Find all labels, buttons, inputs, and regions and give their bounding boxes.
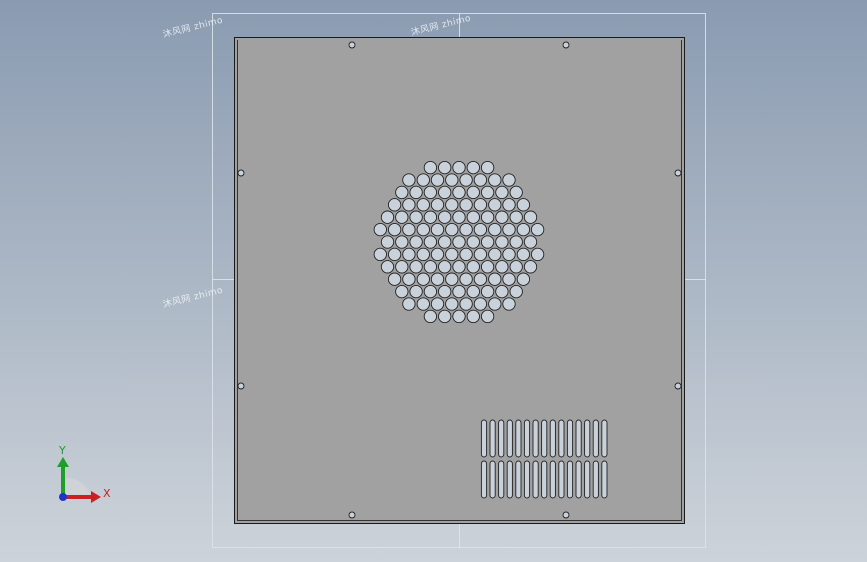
x-axis-label: X [103, 487, 111, 500]
y-arrow-head [57, 457, 69, 467]
y-axis-label: Y [59, 444, 66, 457]
coordinate-triad [57, 457, 101, 503]
z-axis-origin [59, 493, 67, 501]
graphics-viewport[interactable]: 沐风网 zhimo 沐风网 zhimo 沐风网 zhimo Y X [0, 0, 867, 562]
x-arrow-head [91, 491, 101, 503]
